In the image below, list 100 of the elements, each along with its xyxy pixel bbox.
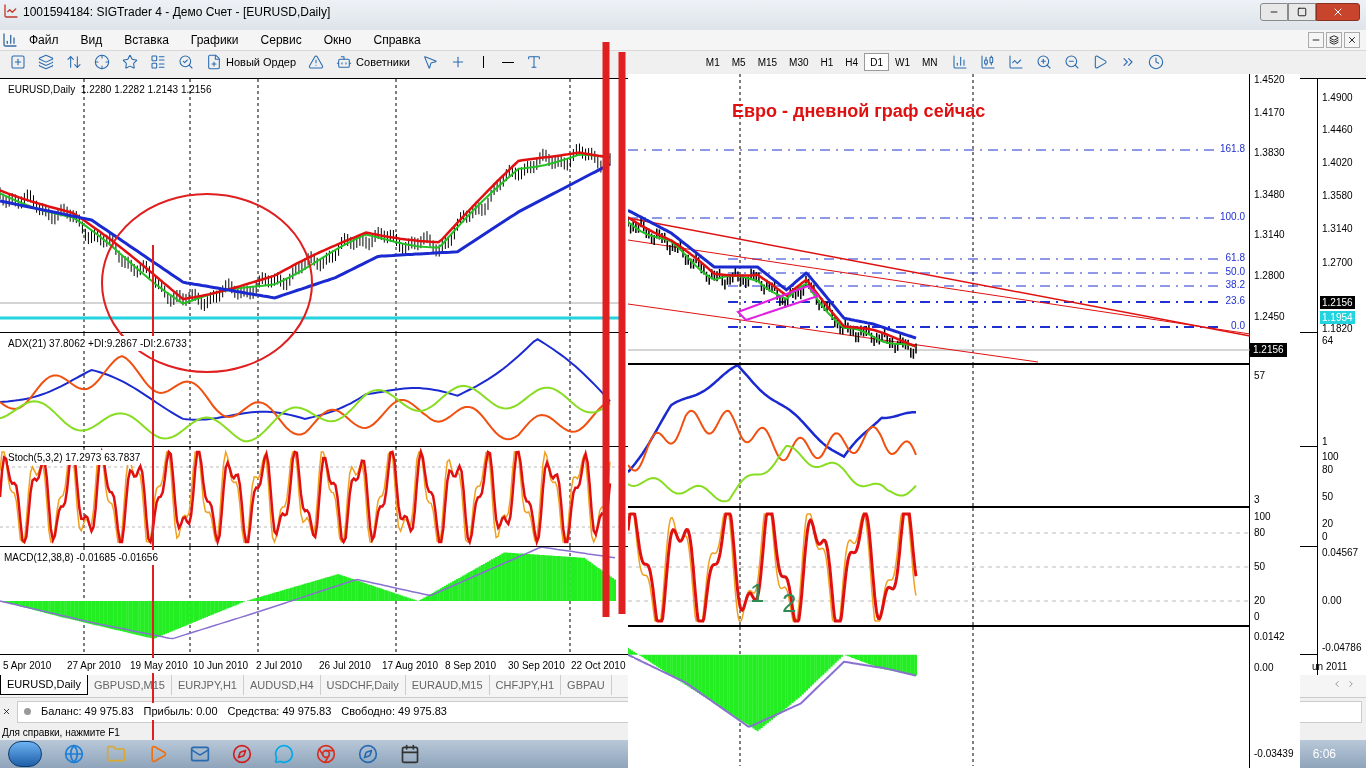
scroll-left-icon[interactable]: [1332, 679, 1342, 689]
timeframe-button[interactable]: M5: [725, 53, 752, 71]
menu-item[interactable]: Файл: [18, 31, 70, 49]
indicator-scale-label: 80: [1254, 527, 1266, 539]
price-label: 1.3580: [1322, 190, 1353, 202]
chart-legend: Stoch(5,3,2) 17.2973 63.7837: [8, 450, 141, 466]
compass-icon[interactable]: [358, 744, 378, 764]
bid-price-label: 1.2156: [1250, 343, 1287, 357]
indicator-scale-label: 0.04567: [1322, 547, 1359, 559]
new-chart-icon: [10, 54, 26, 70]
chart-tab[interactable]: CHFJPY,H1: [489, 675, 562, 695]
chart-tab[interactable]: GBPAU: [561, 675, 612, 695]
price-label: 1.3140: [1254, 229, 1285, 241]
scroll-right-icon[interactable]: [1346, 679, 1356, 689]
indicator-scale-label: 0: [1254, 611, 1260, 623]
status-text: Для справки, нажмите F1: [2, 726, 120, 739]
chart-tab[interactable]: USDCHF,Daily: [320, 675, 406, 695]
price-label: 1.4900: [1322, 92, 1353, 104]
price-label: 1.3140: [1322, 223, 1353, 235]
chart-legend: ADX(21) 37.8062 +DI:9.2867 -DI:2.6733: [8, 335, 187, 351]
indicator-scale-label: 57: [1254, 370, 1266, 382]
chart-tab[interactable]: AUDUSD,H4: [244, 675, 321, 695]
price-label: 1.4460: [1322, 124, 1353, 136]
text-icon: [525, 54, 542, 70]
new-order-icon: [206, 54, 222, 70]
price-label: 1.4170: [1254, 107, 1285, 119]
chart-legend: MACD(12,38,8) -0.01685 -0.01656: [4, 550, 158, 566]
chart-tab[interactable]: EURJPY,H1: [171, 675, 244, 695]
chart-legend: EURUSD,Daily 1.2280 1.2282 1.2143 1.2156: [8, 82, 212, 97]
menu-item[interactable]: Вставка: [113, 31, 180, 49]
chart-tab[interactable]: EURUSD,Daily: [0, 675, 88, 695]
timeframe-button[interactable]: H4: [839, 53, 865, 71]
timeframe-button[interactable]: MN: [915, 53, 944, 71]
price-label: 1.2700: [1322, 257, 1353, 269]
clock: 6:06: [1312, 746, 1336, 763]
bar-chart-icon: [951, 54, 968, 70]
menu-item[interactable]: Вид: [69, 31, 114, 49]
price-label: 1.2800: [1254, 270, 1285, 282]
new-order-button[interactable]: Новый Ордер: [202, 53, 301, 71]
menu-item[interactable]: Сервис: [249, 31, 313, 49]
indicator-scale-label: -0.03439: [1254, 748, 1294, 760]
indicator-scale-label: 100: [1254, 511, 1271, 523]
price-label: 1.4020: [1322, 157, 1353, 169]
fibonacci-level-label: 61.8: [1225, 252, 1245, 264]
price-label: 1.3480: [1254, 189, 1285, 201]
close-button[interactable]: [1344, 32, 1360, 48]
line-chart-icon: [1007, 54, 1024, 70]
menu-item[interactable]: Графики: [179, 31, 250, 49]
fibonacci-level-label: 100.0: [1219, 211, 1245, 223]
indicator-scale-label: 0.00: [1254, 662, 1274, 674]
indicator-scale-label: 50: [1254, 561, 1266, 573]
price-label: 1.4520: [1254, 74, 1285, 86]
account-value: Прибыль: 0.00: [143, 703, 218, 720]
timeframe-button[interactable]: D1: [864, 53, 889, 71]
experts-button[interactable]: Советники: [332, 53, 414, 71]
indicator-scale-label: 100: [1322, 451, 1339, 463]
window-title: 1001594184: SIGTrader 4 - Демо Счет - [EURUSD,Daily]: [23, 4, 331, 21]
timeframe-button[interactable]: M1: [699, 53, 726, 71]
candlestick-icon: [979, 54, 996, 70]
indicator-scale-label: 1: [1322, 436, 1328, 448]
restore-button[interactable]: [1326, 32, 1342, 48]
indicator-scale-label: 3: [1254, 494, 1260, 506]
account-value: Свободно: 49 975.83: [341, 703, 447, 720]
mail-icon[interactable]: [190, 744, 210, 764]
fibonacci-level-label: 38.2: [1225, 279, 1245, 291]
price-label: 1.1820: [1322, 323, 1353, 335]
minimize-button[interactable]: [1260, 3, 1288, 21]
timeframe-button[interactable]: W1: [888, 53, 916, 71]
maximize-icon: [1297, 7, 1307, 17]
warning-icon: [308, 54, 325, 70]
close-icon[interactable]: [2, 707, 11, 716]
timeframe-button[interactable]: M30: [783, 53, 815, 71]
close-icon: [1347, 35, 1357, 45]
menu-item[interactable]: Окно: [312, 31, 363, 49]
indicator-scale-label: 50: [1322, 491, 1334, 503]
indicator-scale-label: -0.04786: [1322, 642, 1362, 654]
timeframe-button[interactable]: H1: [814, 53, 840, 71]
indicator-scale-label: 80: [1322, 464, 1334, 476]
price-label: 1.2450: [1254, 311, 1285, 323]
start-button[interactable]: [8, 741, 42, 767]
zoom-in-icon: [1035, 54, 1052, 70]
fibonacci-level-label: 161.8: [1219, 143, 1245, 155]
fibonacci-level-label: 23.6: [1225, 295, 1245, 307]
indicator-scale-label: 0: [1322, 531, 1328, 543]
horizontal-line-icon: [501, 61, 514, 63]
chart-title: Евро - дневной граф сейчас: [732, 100, 986, 123]
indicator-scale-label: 0.00: [1322, 595, 1342, 607]
maximize-button[interactable]: [1288, 3, 1316, 21]
indicator-scale-label: 20: [1322, 518, 1334, 530]
price-label: 1.3830: [1254, 147, 1285, 159]
menu-item[interactable]: Справка: [362, 31, 432, 49]
cursor-icon: [421, 54, 438, 70]
timeframe-button[interactable]: M15: [751, 53, 784, 71]
close-icon: [1332, 6, 1344, 18]
indicator-scale-label: 20: [1254, 595, 1266, 607]
chart-tab[interactable]: EURAUD,M15: [405, 675, 490, 695]
fibonacci-level-label: 0.0: [1231, 320, 1245, 332]
indicator-scale-label: 0.0142: [1254, 631, 1285, 643]
zoom-out-icon: [1063, 54, 1080, 70]
vertical-line-icon: [483, 56, 485, 68]
